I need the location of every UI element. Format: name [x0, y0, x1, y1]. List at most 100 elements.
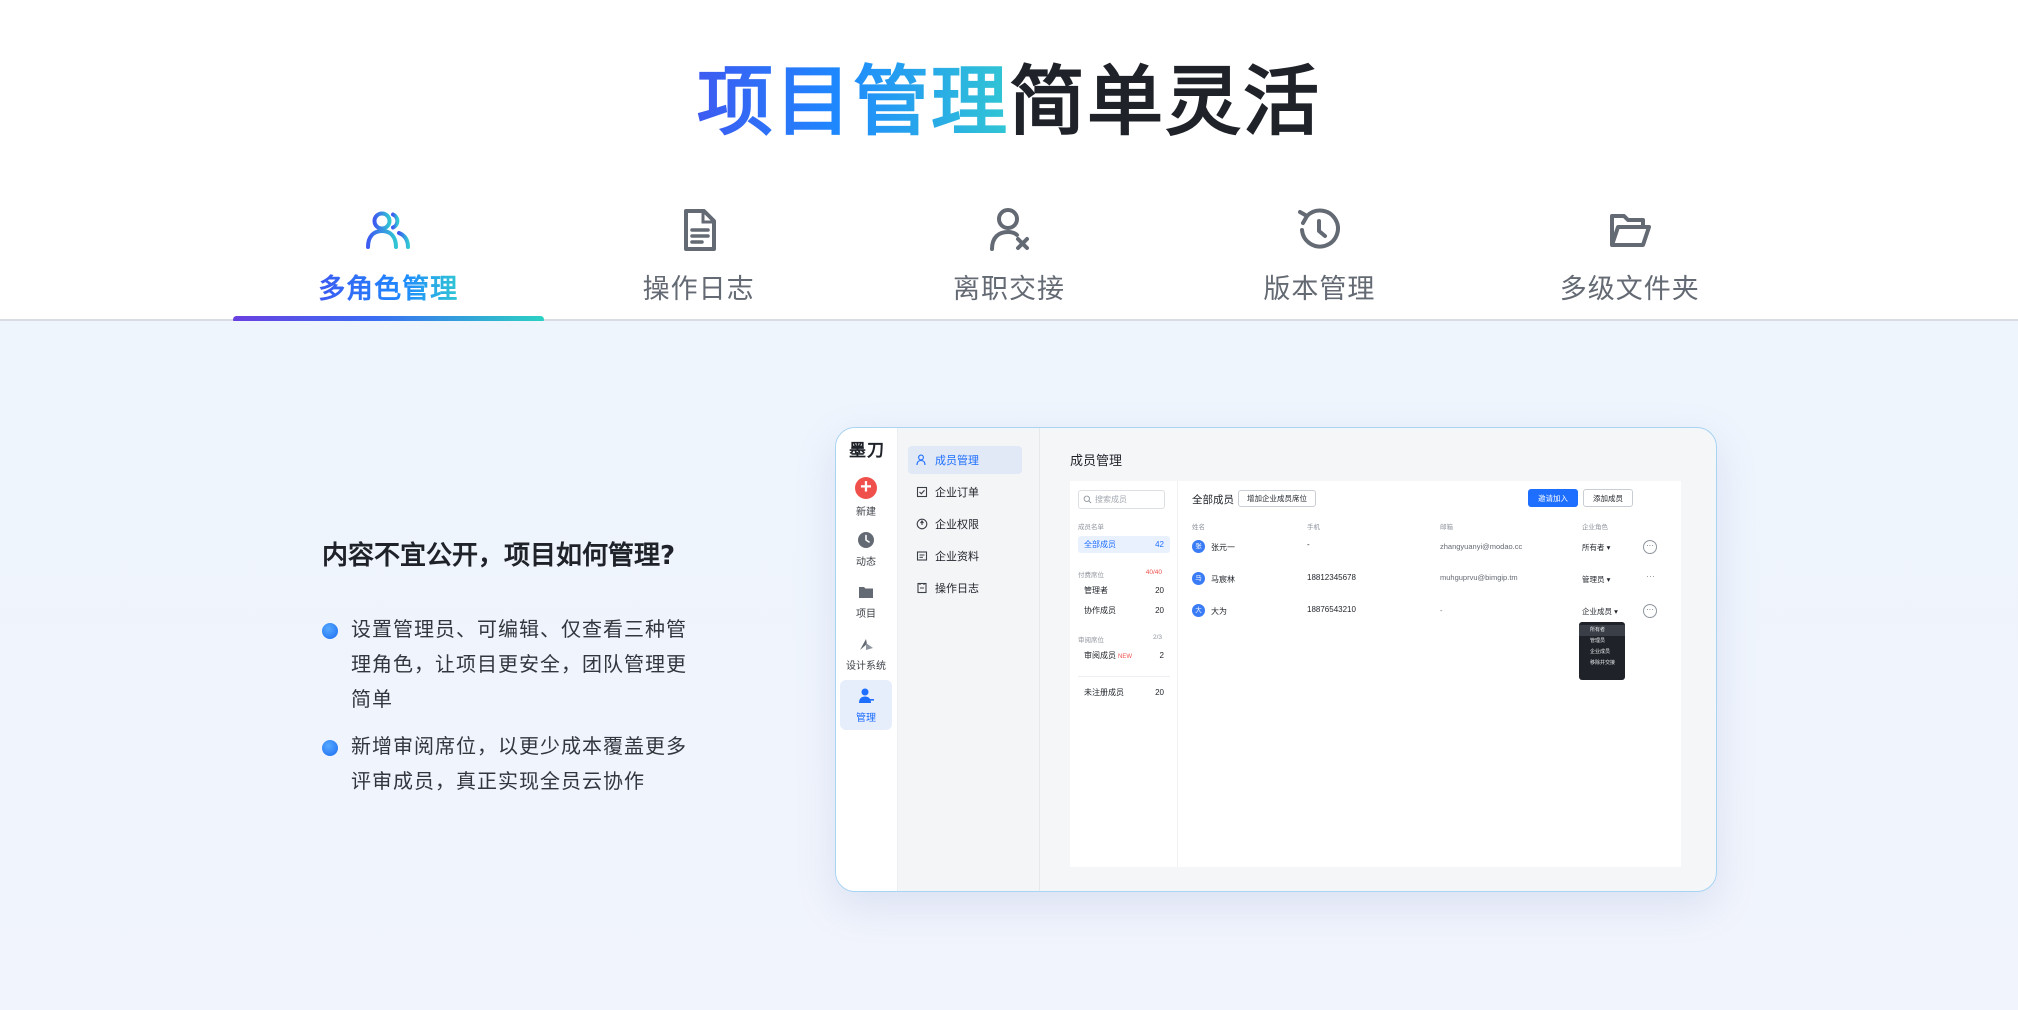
member-name: 马宸林 — [1211, 575, 1235, 584]
submenu-label: 企业资料 — [935, 551, 979, 563]
submenu-orders[interactable]: 企业订单 — [908, 478, 1022, 506]
role-select[interactable]: 所有者 ▾ — [1582, 542, 1610, 553]
rail-admin[interactable]: 管理 — [840, 680, 892, 730]
column-divider — [1177, 481, 1178, 867]
group-all-members[interactable]: 全部成员 42 — [1078, 536, 1170, 553]
tab-label: 离职交接 — [952, 274, 1065, 305]
add-member-button[interactable]: 添加成员 — [1583, 489, 1633, 507]
submenu-profile[interactable]: 企业资料 — [908, 542, 1022, 570]
submenu-members[interactable]: 成员管理 — [908, 446, 1022, 474]
rail-label: 管理 — [856, 712, 876, 724]
member-email: muhguprvu@bimgip.tm — [1440, 573, 1518, 582]
group-reviewers[interactable]: 审阅成员 NEW 2 — [1078, 647, 1170, 664]
role-value: 管理员 — [1582, 575, 1605, 584]
dropdown-option[interactable]: 管理员 — [1579, 636, 1625, 647]
clock-icon — [858, 531, 874, 548]
bullet-item: 设置管理员、可编辑、仅查看三种管理角色，让项目更安全，团队管理更简单 — [322, 612, 687, 717]
rail-projects[interactable]: 项目 — [840, 576, 892, 626]
order-icon — [916, 486, 928, 498]
shapes-icon — [860, 638, 873, 650]
page-title: 项目管理简单灵活 — [0, 40, 2018, 150]
members-panel: 搜索成员 成员名单 全部成员 42 付费席位 40/40 管理者 20 协作成员… — [1070, 481, 1681, 867]
role-select[interactable]: 管理员 ▾ — [1582, 574, 1610, 585]
tab-multi-role[interactable]: 多角色管理 — [233, 205, 543, 320]
group-count: 20 — [1155, 688, 1164, 697]
dropdown-option[interactable]: 所有者 — [1579, 625, 1625, 636]
tab-version[interactable]: 版本管理 — [1164, 205, 1474, 320]
submenu-label: 操作日志 — [935, 583, 979, 595]
member-phone: 18812345678 — [1307, 573, 1356, 582]
group-count: 2 — [1159, 651, 1164, 660]
admin-user-icon — [859, 688, 874, 703]
title-highlight: 项目管理 — [697, 57, 1009, 146]
member-phone: 18876543210 — [1307, 605, 1356, 614]
title-rest: 简单灵活 — [1009, 57, 1321, 146]
search-icon — [1083, 495, 1092, 504]
review-seats-ratio: 2/3 — [1152, 634, 1162, 641]
add-seat-button[interactable]: 增加企业成员席位 — [1238, 490, 1316, 507]
submenu-permissions[interactable]: 企业权限 — [908, 510, 1022, 538]
bullet-dot-icon — [322, 740, 338, 756]
search-placeholder: 搜索成员 — [1095, 495, 1127, 504]
feature-tabs: 多角色管理 操作日志 离职交接 版本管理 多级文件夹 — [233, 205, 1785, 320]
group-collaborators[interactable]: 协作成员 20 — [1078, 602, 1170, 619]
header-phone: 手机 — [1307, 524, 1320, 531]
rail-design-system[interactable]: 设计系统 — [840, 628, 892, 678]
bullet-text: 新增审阅席位，以更少成本覆盖更多评审成员，真正实现全员云协作 — [351, 734, 687, 793]
submenu-label: 企业权限 — [935, 519, 979, 531]
new-badge: NEW — [1118, 654, 1132, 660]
member-name: 大为 — [1211, 607, 1227, 616]
more-options-button[interactable]: ··· — [1643, 604, 1657, 618]
app-screenshot: 墨刀 + 新建 动态 项目 设计系统 管理 成员管理 企业订单 企业权限 企业资… — [835, 427, 1717, 892]
bullet-item: 新增审阅席位，以更少成本覆盖更多评审成员，真正实现全员云协作 — [322, 729, 687, 799]
avatar: 马 — [1192, 572, 1205, 585]
member-phone: - — [1307, 540, 1310, 549]
feature-question: 内容不宜公开，项目如何管理? — [322, 541, 676, 571]
table-title: 全部成员 — [1192, 494, 1234, 506]
group-label: 全部成员 — [1084, 540, 1116, 549]
header-name: 姓名 — [1192, 524, 1205, 531]
permission-icon — [916, 518, 928, 530]
role-select[interactable]: 企业成员 ▾ — [1582, 606, 1618, 617]
users-icon — [366, 211, 411, 249]
submenu-oplog[interactable]: 操作日志 — [908, 574, 1022, 602]
group-count: 20 — [1155, 606, 1164, 615]
group-admins[interactable]: 管理者 20 — [1078, 582, 1170, 599]
more-options-button[interactable]: ··· — [1643, 540, 1657, 554]
section-paid-seats: 付费席位 — [1078, 572, 1104, 579]
app-logo: 墨刀 — [849, 441, 885, 460]
group-unregistered[interactable]: 未注册成员 20 — [1078, 684, 1170, 701]
submenu-label: 成员管理 — [935, 455, 979, 467]
folder-icon — [859, 586, 873, 598]
history-icon — [1298, 208, 1341, 249]
role-value: 企业成员 — [1582, 607, 1612, 616]
tab-handover[interactable]: 离职交接 — [854, 205, 1164, 320]
member-search-input[interactable]: 搜索成员 — [1078, 490, 1165, 509]
dropdown-option[interactable]: 企业成员 — [1579, 647, 1625, 658]
more-options-button[interactable]: ··· — [1646, 571, 1655, 581]
tab-operation-log[interactable]: 操作日志 — [543, 205, 853, 320]
rail-label: 动态 — [856, 556, 876, 568]
rail-activity[interactable]: 动态 — [840, 524, 892, 574]
section-review-seats: 审阅席位 — [1078, 637, 1104, 644]
group-label: 审阅成员 NEW — [1084, 650, 1132, 661]
profile-card-icon — [916, 551, 928, 561]
tab-folders[interactable]: 多级文件夹 — [1475, 205, 1785, 320]
member-email: zhangyuanyi@modao.cc — [1440, 542, 1523, 551]
dropdown-option[interactable]: 移除并交接 — [1579, 658, 1625, 669]
rail-new[interactable]: + 新建 — [840, 472, 892, 522]
log-icon — [917, 582, 927, 594]
member-icon — [916, 454, 926, 466]
group-label: 协作成员 — [1084, 606, 1116, 615]
groups-divider — [1078, 676, 1170, 677]
document-icon — [683, 209, 716, 251]
group-count: 20 — [1155, 586, 1164, 595]
invite-button[interactable]: 邀请加入 — [1528, 489, 1578, 507]
group-count: 42 — [1155, 540, 1164, 549]
role-value: 所有者 — [1582, 543, 1605, 552]
bullet-text: 设置管理员、可编辑、仅查看三种管理角色，让项目更安全，团队管理更简单 — [351, 617, 687, 711]
paid-seats-ratio: 40/40 — [1145, 569, 1162, 576]
feature-bullets: 设置管理员、可编辑、仅查看三种管理角色，让项目更安全，团队管理更简单 新增审阅席… — [322, 612, 687, 811]
tab-label: 版本管理 — [1263, 274, 1376, 305]
rail-label: 项目 — [856, 608, 876, 620]
